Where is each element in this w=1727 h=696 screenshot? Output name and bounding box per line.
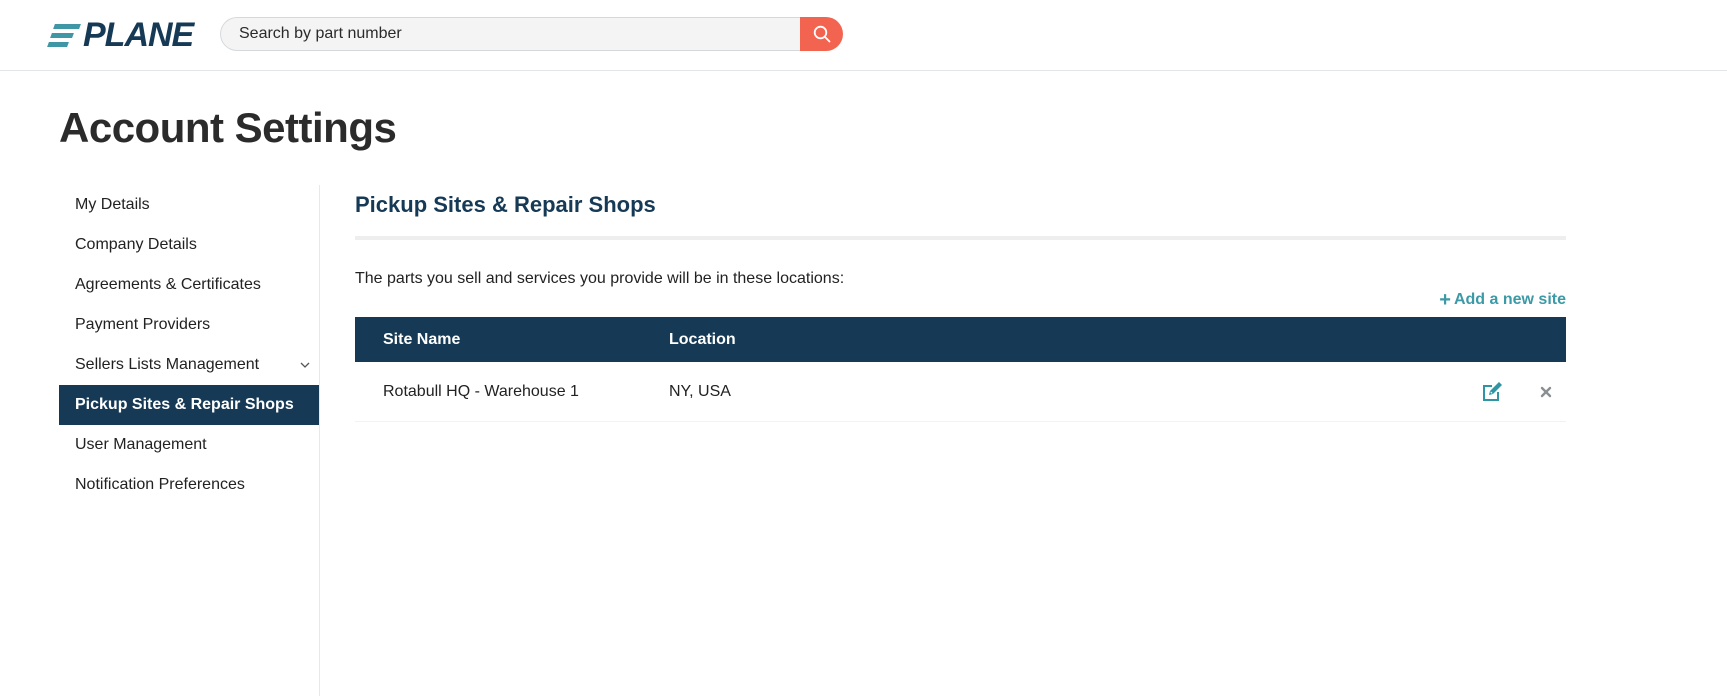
add-new-site-label: Add a new site <box>1453 291 1566 308</box>
sidebar-item-label: User Management <box>75 436 207 453</box>
sidebar-item-payment-providers[interactable]: Payment Providers <box>59 305 319 345</box>
section-divider <box>355 236 1566 240</box>
sidebar-item-sellers-lists-management[interactable]: Sellers Lists Management <box>59 345 319 385</box>
edit-icon[interactable] <box>1480 380 1504 404</box>
sidebar-item-notification-preferences[interactable]: Notification Preferences <box>59 465 319 505</box>
search-button[interactable] <box>800 17 843 51</box>
section-title: Pickup Sites & Repair Shops <box>355 192 656 217</box>
section-description: The parts you sell and services you prov… <box>355 270 845 287</box>
sidebar-item-pickup-sites-repair-shops[interactable]: Pickup Sites & Repair Shops <box>59 385 319 425</box>
plus-icon: + <box>1439 289 1451 311</box>
sidebar-item-label: Sellers Lists Management <box>75 356 260 373</box>
main-content: Pickup Sites & Repair Shops The parts yo… <box>355 185 1566 422</box>
logo-text: PLANE <box>83 16 194 54</box>
column-header-site-name: Site Name <box>383 330 461 348</box>
location-cell: NY, USA <box>669 382 731 400</box>
logo-stripes-icon <box>47 23 81 47</box>
sidebar-item-user-management[interactable]: User Management <box>59 425 319 465</box>
sidebar-item-my-details[interactable]: My Details <box>59 185 319 225</box>
add-new-site-link[interactable]: + Add a new site <box>1439 289 1566 311</box>
search-icon <box>813 25 830 43</box>
top-header: PLANE <box>0 0 1727 71</box>
sidebar-item-label: Company Details <box>75 236 197 253</box>
search-bar <box>220 17 843 51</box>
sidebar-item-label: Agreements & Certificates <box>75 276 261 293</box>
column-header-location: Location <box>669 330 736 348</box>
close-icon[interactable] <box>1539 385 1553 399</box>
table-header: Site Name Location <box>355 317 1566 362</box>
settings-sidebar: My Details Company Details Agreements & … <box>59 185 320 696</box>
search-input[interactable] <box>220 17 802 51</box>
sidebar-item-label: Pickup Sites & Repair Shops <box>75 396 294 413</box>
sidebar-item-label: My Details <box>75 196 150 213</box>
chevron-down-icon[interactable] <box>299 359 311 371</box>
page-title: Account Settings <box>59 104 397 151</box>
sites-table: Site Name Location Rotabull HQ - Warehou… <box>355 317 1566 422</box>
table-row: Rotabull HQ - Warehouse 1 NY, USA <box>355 362 1566 422</box>
site-name-cell: Rotabull HQ - Warehouse 1 <box>383 382 579 400</box>
sidebar-item-label: Payment Providers <box>75 316 211 333</box>
sidebar-item-company-details[interactable]: Company Details <box>59 225 319 265</box>
sidebar-item-agreements-certificates[interactable]: Agreements & Certificates <box>59 265 319 305</box>
plane-logo[interactable]: PLANE <box>47 16 194 54</box>
sidebar-item-label: Notification Preferences <box>75 476 245 493</box>
